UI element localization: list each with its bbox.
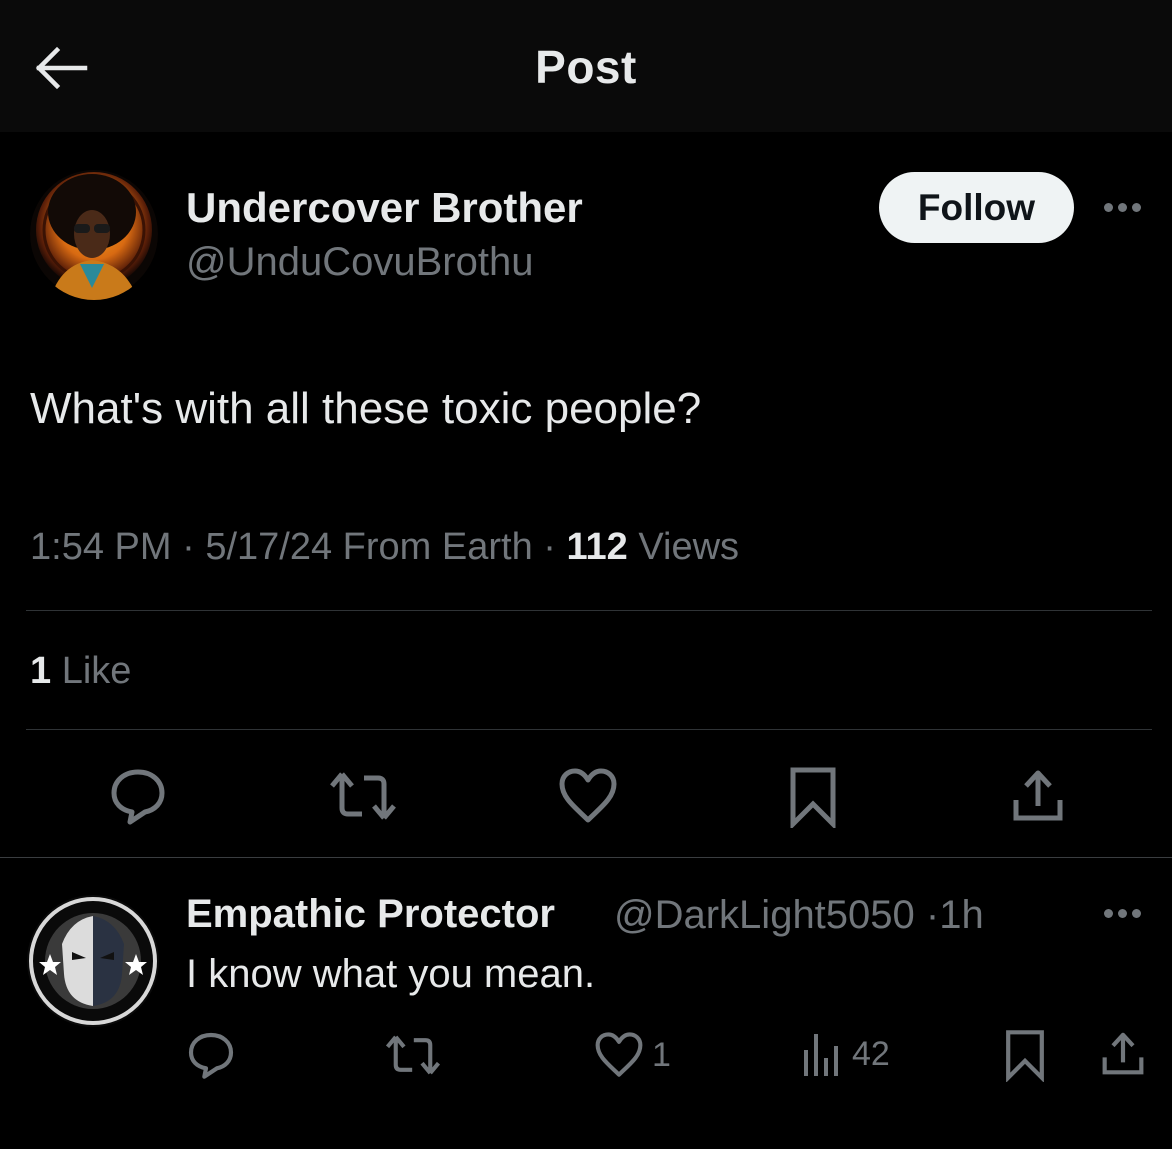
views-chart-icon	[804, 1034, 838, 1076]
reply-more-options-button[interactable]	[1104, 909, 1141, 918]
reply-share-button[interactable]	[1098, 1030, 1148, 1078]
reply-like-button[interactable]: 1	[594, 1032, 671, 1078]
post-date: 5/17/24	[205, 526, 333, 568]
reply-text: I know what you mean.	[186, 952, 596, 996]
reply-like-count: 1	[652, 1035, 671, 1074]
meta-separator: ·	[543, 526, 556, 568]
reply-author-handle[interactable]: @DarkLight5050	[614, 893, 915, 937]
page-title: Post	[535, 41, 637, 93]
more-horizontal-icon	[1104, 909, 1113, 918]
divider	[26, 729, 1152, 730]
follow-button[interactable]: Follow	[879, 172, 1074, 243]
heart-icon	[559, 768, 617, 823]
bookmark-icon	[1006, 1030, 1044, 1082]
more-horizontal-icon-dot	[1118, 203, 1127, 212]
meta-separator: ·	[925, 893, 940, 937]
more-horizontal-icon-dot	[1118, 909, 1127, 918]
post-text: What's with all these toxic people?	[30, 384, 702, 433]
views-count: 112	[566, 526, 628, 568]
likes-summary[interactable]: 1 Like	[30, 650, 131, 693]
divider	[26, 610, 1152, 611]
repost-button[interactable]	[328, 768, 398, 824]
post-meta: 1:54 PM · 5/17/24 From Earth · 112 Views	[30, 526, 739, 569]
top-bar: Post	[0, 0, 1172, 132]
masked-hero-badge-avatar-icon	[27, 895, 159, 1027]
reply-time[interactable]: 1h	[939, 893, 984, 937]
meta-separator: ·	[182, 526, 195, 568]
bookmark-button[interactable]	[788, 766, 838, 828]
post-location: From Earth	[342, 526, 533, 568]
divider	[0, 857, 1172, 858]
reply-views-count: 42	[852, 1034, 890, 1073]
like-button[interactable]	[558, 768, 618, 824]
author-name[interactable]: Undercover Brother	[186, 184, 583, 232]
share-icon	[1102, 1032, 1144, 1075]
reply-reply-button[interactable]	[186, 1030, 236, 1080]
heart-icon	[595, 1032, 643, 1077]
share-button[interactable]	[1008, 768, 1068, 824]
more-horizontal-icon	[1104, 203, 1113, 212]
reply-author-name[interactable]: Empathic Protector	[186, 892, 555, 937]
author-handle[interactable]: @UnduCovuBrothu	[186, 240, 533, 285]
more-horizontal-icon-dot	[1132, 909, 1141, 918]
repost-icon	[330, 772, 396, 820]
repost-icon	[385, 1035, 441, 1075]
reply-views-button[interactable]: 42	[800, 1030, 890, 1078]
reply-author-meta: @DarkLight5050 ·1h	[614, 893, 984, 938]
author-avatar[interactable]	[30, 168, 158, 300]
views-label: Views	[638, 526, 740, 568]
more-horizontal-icon-dot	[1132, 203, 1141, 212]
reply-bookmark-button[interactable]	[1004, 1028, 1046, 1082]
comment-icon	[188, 1032, 234, 1079]
reply-button[interactable]	[108, 766, 168, 826]
share-icon	[1013, 770, 1063, 821]
reply-repost-button[interactable]	[384, 1032, 442, 1078]
bookmark-icon	[790, 767, 836, 828]
reply-author-avatar[interactable]	[26, 894, 160, 1028]
afro-man-sunglasses-avatar-icon	[30, 170, 158, 300]
comment-icon	[111, 769, 165, 825]
likes-label: Like	[61, 650, 132, 692]
post-time: 1:54 PM	[30, 526, 172, 568]
more-options-button[interactable]	[1104, 203, 1141, 212]
likes-count: 1	[30, 650, 52, 692]
